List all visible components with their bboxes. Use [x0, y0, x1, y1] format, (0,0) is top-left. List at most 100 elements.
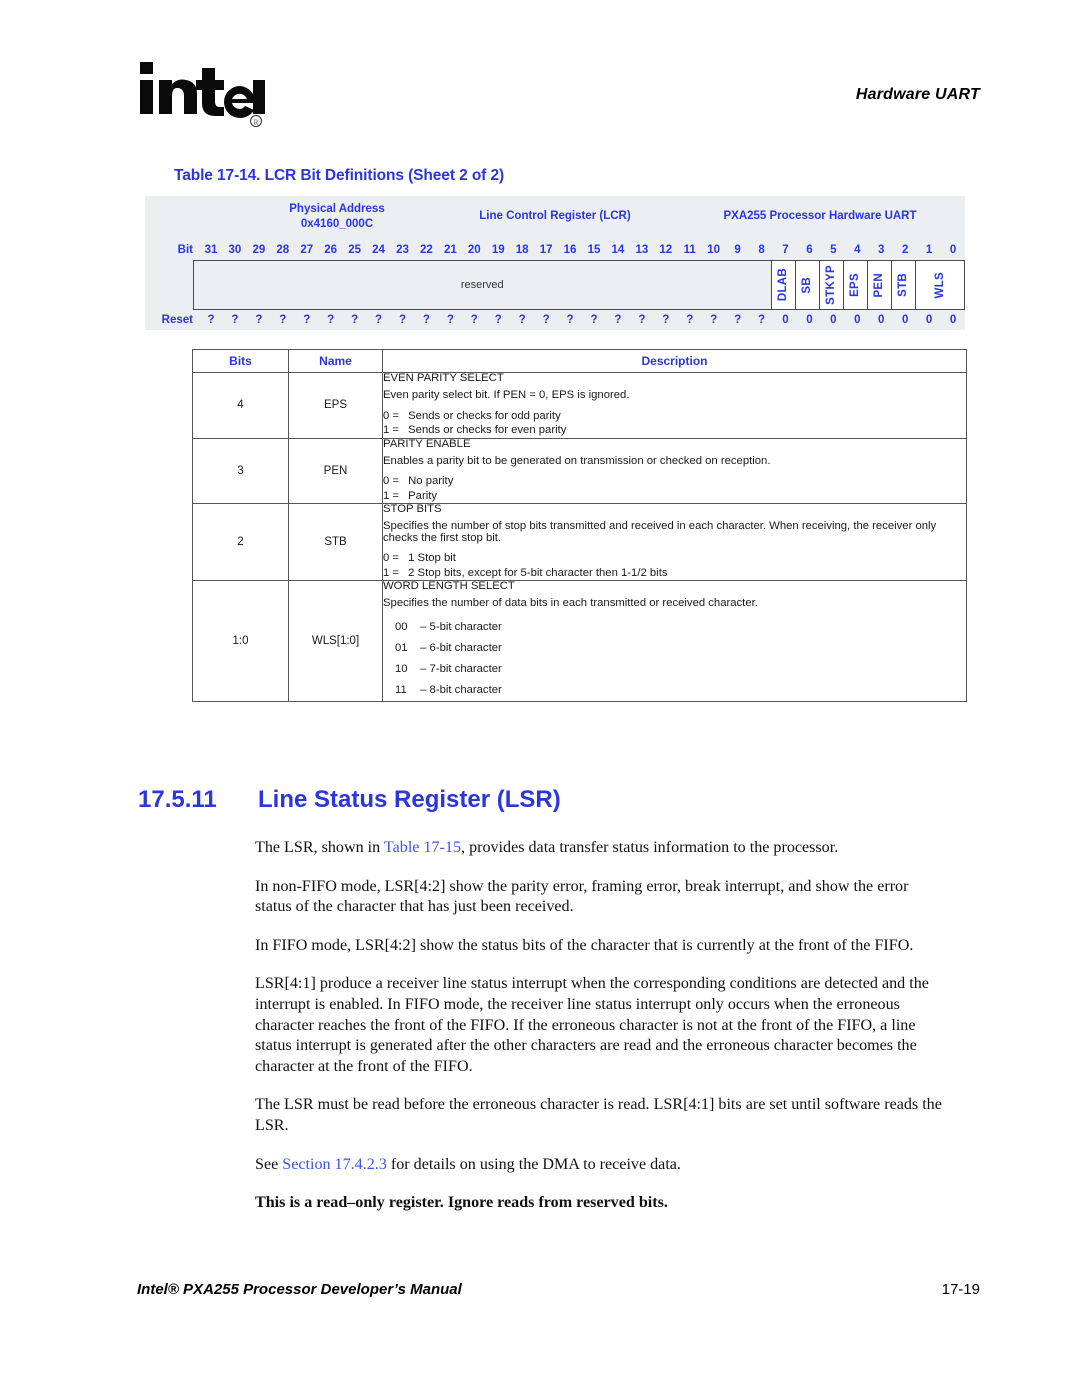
header-bits: Bits — [192, 349, 289, 373]
description-detail: Specifies the number of data bits in eac… — [383, 597, 758, 610]
register-field-wls: WLS — [915, 261, 964, 309]
reset-value: ? — [351, 314, 359, 326]
bit-number: 1 — [925, 244, 933, 256]
bit-number: 20 — [467, 244, 481, 256]
description-option: 00 – 5-bit character — [383, 617, 966, 638]
row-label-spacer — [145, 260, 193, 310]
cell-name: STB — [288, 503, 383, 582]
description-title: PARITY ENABLE — [383, 437, 471, 450]
bit-number: 16 — [563, 244, 577, 256]
reset-value: ? — [518, 314, 526, 326]
bit-number: 11 — [683, 244, 696, 256]
bit-number: 12 — [659, 244, 673, 256]
bit-number: 27 — [300, 244, 314, 256]
register-bit-diagram: Physical Address 0x4160_000C Line Contro… — [145, 196, 965, 330]
section-number: 17.5.11 — [138, 786, 217, 813]
table-body: 4 EPS EVEN PARITY SELECT Even parity select… — [192, 372, 967, 702]
description-option: 01 – 6-bit character — [383, 638, 966, 659]
cell-description: STOP BITS Specifies the number of stop bi… — [382, 503, 967, 582]
reset-value: ? — [446, 314, 454, 326]
reset-value: ? — [470, 314, 478, 326]
reset-value: ? — [494, 314, 502, 326]
reset-value: ? — [590, 314, 598, 326]
reset-value: ? — [710, 314, 718, 326]
bit-number: 0 — [949, 244, 957, 256]
bit-number: 2 — [901, 244, 909, 256]
bit-number: 7 — [782, 244, 789, 256]
table-row: 1:0 WLS[1:0] WORD LENGTH SELECT Specifies t… — [192, 580, 967, 702]
cross-reference-link[interactable]: Section 17.4.2.3 — [282, 1156, 387, 1173]
bit-number: 3 — [878, 244, 885, 256]
body-paragraph: In FIFO mode, LSR[4:2] show the status b… — [255, 936, 914, 954]
section-body: The LSR, shown in Table 17-15, provides … — [255, 838, 945, 1232]
description-option: 1 = 2 Stop bits, except for 5-bit charac… — [383, 566, 668, 579]
cross-reference-link[interactable]: Table 17-15 — [384, 839, 461, 856]
description-option: 1 = Sends or checks for even parity — [383, 424, 567, 437]
description-detail: Enables a parity bit to be generated on … — [383, 454, 771, 467]
cell-description: EVEN PARITY SELECT Even parity select bit… — [382, 372, 967, 439]
table-row: 3 PEN PARITY ENABLE Enables a parity bit to… — [192, 437, 967, 505]
reset-value: 0 — [782, 314, 789, 326]
description-option: 10 – 7-bit character — [383, 659, 966, 680]
table-caption: Table 17-14. LCR Bit Definitions (Sheet … — [174, 167, 505, 184]
bit-number: 4 — [854, 244, 861, 256]
description-detail: Even parity select bit. If PEN = 0, EPS … — [383, 389, 630, 402]
section-title: Line Status Register (LSR) — [258, 786, 561, 813]
cell-name: PEN — [288, 437, 383, 505]
bit-number: 21 — [443, 244, 457, 256]
register-field-stkyp: STKYP — [819, 261, 844, 309]
reset-value: ? — [566, 314, 574, 326]
document-page: R Hardware UART Table 17-14. LCR Bit Def… — [0, 0, 1080, 1397]
bit-number: 14 — [611, 244, 625, 256]
description-option: 0 = 1 Stop bit — [383, 552, 456, 565]
table-header-row: Bits Name Description — [192, 349, 967, 373]
field-label: PEN — [873, 272, 886, 298]
reset-value: ? — [398, 314, 406, 326]
bit-number: 30 — [228, 244, 242, 256]
option-key: 1 = — [383, 566, 400, 579]
bit-number: 25 — [348, 244, 361, 256]
footer-title: Intel® PXA255 Processor Developer’s Manu… — [137, 1281, 462, 1298]
bit-number: 24 — [372, 244, 385, 256]
register-field-reserved: reserved — [194, 261, 772, 309]
bit-number: 13 — [635, 244, 649, 256]
bit-number: 23 — [396, 244, 409, 256]
reset-value: ? — [638, 314, 646, 326]
option-key: 11 — [395, 683, 407, 696]
cell-name: EPS — [288, 372, 383, 439]
reset-value: ? — [734, 314, 742, 326]
physical-address-label: Physical Address — [289, 203, 385, 215]
header-description: Description — [382, 349, 967, 373]
bit-number: 10 — [707, 244, 721, 256]
description-option: 11 – 8-bit character — [383, 680, 966, 701]
reset-value: ? — [327, 314, 335, 326]
description-option: 0 = Sends or checks for odd parity — [383, 409, 561, 422]
register-name: Line Control Register (LCR) — [479, 210, 631, 222]
reset-value: 0 — [901, 314, 909, 326]
bit-number: 17 — [539, 244, 553, 256]
reset-value: ? — [662, 314, 670, 326]
processor-label: PXA255 Processor Hardware UART — [723, 210, 917, 222]
reset-value: ? — [303, 314, 311, 326]
body-paragraph: See Section 17.4.2.3 for details on usin… — [255, 1155, 681, 1173]
reset-value-row: Reset ???????????????????????? 0 0 0 0 0 0 0 0 — [145, 310, 965, 330]
bit-number: 5 — [830, 244, 837, 256]
register-diagram-titles: Physical Address 0x4160_000C Line Contro… — [145, 196, 965, 240]
physical-address-value: 0x4160_000C — [300, 218, 374, 230]
option-key: 00 — [395, 620, 408, 633]
reset-value: ? — [279, 314, 287, 326]
reset-value: 0 — [925, 314, 933, 326]
register-field-box-wrap: reserved DLAB SB STKYP EPS PEN STB WLS — [145, 260, 965, 310]
cell-bits: 3 — [192, 437, 289, 505]
reset-value: ? — [255, 314, 263, 326]
reset-value: ? — [422, 314, 430, 326]
body-paragraph: The LSR must be read before the erroneou… — [255, 1096, 942, 1134]
body-paragraph: The LSR, shown in Table 17-15, provides … — [255, 839, 839, 856]
bit-number: 8 — [758, 244, 765, 256]
reset-value: 0 — [878, 314, 885, 326]
reset-row-label: Reset — [161, 314, 193, 326]
bit-number: 19 — [491, 244, 505, 256]
bit-number: 28 — [276, 244, 290, 256]
register-field-stb: STB — [891, 261, 916, 309]
register-field-eps: EPS — [843, 261, 868, 309]
